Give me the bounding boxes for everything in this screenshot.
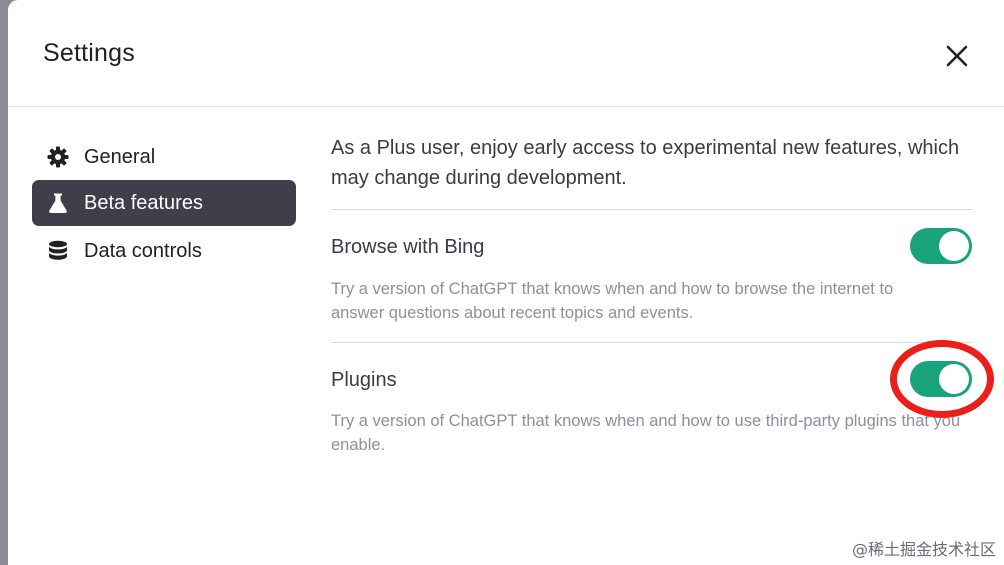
database-icon (46, 239, 70, 263)
watermark: @稀土掘金技术社区 (851, 540, 996, 559)
gear-icon (46, 145, 70, 169)
sidebar-item-general[interactable]: General (32, 134, 296, 180)
intro-text: As a Plus user, enjoy early access to ex… (331, 137, 960, 189)
feature-title-browse-with-bing: Browse with Bing (331, 236, 485, 258)
sidebar-item-label: Data controls (84, 239, 202, 262)
browse-with-bing-toggle[interactable] (910, 228, 972, 264)
feature-description: Try a version of ChatGPT that knows when… (331, 280, 894, 322)
beta-features-panel: As a Plus user, enjoy early access to ex… (331, 120, 973, 193)
sidebar-item-data-controls[interactable]: Data controls (32, 228, 296, 274)
dialog-title: Settings (43, 39, 135, 67)
toggle-knob (939, 231, 969, 261)
sidebar-item-beta-features[interactable]: Beta features (32, 180, 296, 226)
divider (331, 209, 973, 210)
feature-title-plugins: Plugins (331, 369, 397, 391)
annotation-circle (890, 340, 994, 418)
sidebar-item-label: Beta features (84, 191, 203, 214)
feature-description: Try a version of ChatGPT that knows when… (331, 412, 961, 454)
settings-dialog: Settings General Beta features Data cont… (8, 0, 1004, 565)
sidebar-item-label: General (84, 145, 156, 168)
flask-icon (46, 191, 70, 215)
dialog-header: Settings (8, 0, 1004, 107)
divider (331, 342, 973, 343)
close-icon[interactable] (944, 43, 970, 69)
